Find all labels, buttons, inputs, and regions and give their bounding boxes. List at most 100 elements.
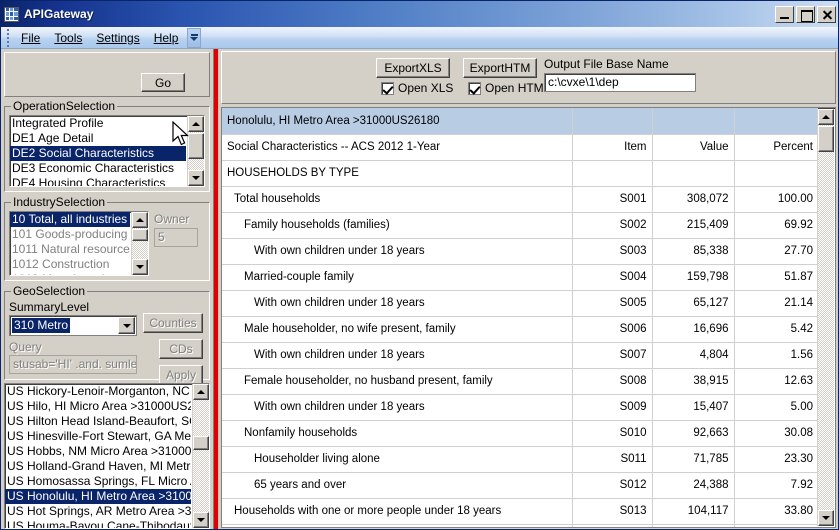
maximize-button[interactable] xyxy=(796,5,815,23)
scrollbar-thumb[interactable] xyxy=(188,133,204,159)
cell-percent: 30.08 xyxy=(734,420,818,447)
list-item-selected[interactable]: US Honolulu, HI Metro Area >31000US xyxy=(5,489,191,504)
left-panel: Go OperationSelection Integrated Profile… xyxy=(1,49,213,529)
cell-label: Nonfamily households xyxy=(222,420,573,447)
export-htm-button[interactable]: ExportHTM xyxy=(463,58,537,78)
scroll-up-arrow-icon[interactable] xyxy=(132,212,148,228)
list-item[interactable]: 1013 Manufacturing xyxy=(10,272,130,275)
table-row[interactable]: Married-couple family S004 159,798 51.87 xyxy=(222,264,818,291)
menu-item-tools[interactable]: Tools xyxy=(47,28,89,48)
industry-selection-listbox[interactable]: 10 Total, all industries 101 Goods-produ… xyxy=(9,211,149,276)
cell-value: 15,407 xyxy=(652,394,735,421)
apply-button[interactable]: Apply xyxy=(159,365,203,385)
list-item[interactable]: US Hobbs, NM Micro Area >31000US3 xyxy=(5,444,191,459)
table-row[interactable]: Households with one or more people 65 ye… xyxy=(222,524,818,527)
list-item[interactable]: US Hilo, HI Micro Area >31000US2590 xyxy=(5,399,191,414)
cell-value: 92,663 xyxy=(652,420,735,447)
cell-item: S013 xyxy=(572,498,653,525)
scrollbar-thumb[interactable] xyxy=(132,229,148,241)
table-row[interactable]: Male householder, no wife present, famil… xyxy=(222,316,818,343)
scroll-up-arrow-icon[interactable] xyxy=(818,109,834,125)
cell-percent: 51.87 xyxy=(734,264,818,291)
scroll-down-arrow-icon[interactable] xyxy=(188,170,204,186)
cell-value: 4,804 xyxy=(652,342,735,369)
table-row[interactable]: With own children under 18 years S003 85… xyxy=(222,238,818,265)
list-item[interactable]: US Hinesville-Fort Stewart, GA Metro A xyxy=(5,429,191,444)
cell-percent: 100.00 xyxy=(734,186,818,213)
table-row[interactable]: Nonfamily households S010 92,663 30.08 xyxy=(222,420,818,447)
menu-grip-handle[interactable] xyxy=(4,28,12,47)
table-row[interactable]: With own children under 18 years S009 15… xyxy=(222,394,818,421)
menu-item-help[interactable]: Help xyxy=(147,28,186,48)
column-header-percent: Percent xyxy=(734,134,818,161)
list-item-selected[interactable]: 10 Total, all industries xyxy=(10,212,130,227)
table-row[interactable]: Female householder, no husband present, … xyxy=(222,368,818,395)
counties-button[interactable]: Counties xyxy=(143,313,203,333)
cell-value: 16,696 xyxy=(652,316,735,343)
cell-item: S007 xyxy=(572,342,653,369)
cell-label: Households with one or more people 65 ye… xyxy=(222,524,573,527)
export-xls-button[interactable]: ExportXLS xyxy=(376,58,450,78)
output-file-input[interactable]: c:\cvxe\1\dep xyxy=(544,73,696,92)
list-item[interactable]: 101 Goods-producing xyxy=(10,227,130,242)
list-item[interactable]: Integrated Profile xyxy=(10,116,186,131)
table-row-column-headers[interactable]: Social Characteristics -- ACS 2012 1-Yea… xyxy=(222,134,818,161)
operation-list-scrollbar[interactable] xyxy=(187,116,204,186)
table-row[interactable]: With own children under 18 years S005 65… xyxy=(222,290,818,317)
menu-item-settings[interactable]: Settings xyxy=(89,28,146,48)
scroll-down-arrow-icon[interactable] xyxy=(818,510,834,526)
list-item-selected[interactable]: DE2 Social Characteristics xyxy=(10,146,186,161)
table-row[interactable]: Family households (families) S002 215,40… xyxy=(222,212,818,239)
industry-list-scrollbar[interactable] xyxy=(131,212,148,275)
menu-overflow-chevron-icon[interactable] xyxy=(187,27,202,48)
open-xls-label: Open XLS xyxy=(398,81,454,95)
scroll-up-arrow-icon[interactable] xyxy=(188,116,204,132)
list-item[interactable]: US Hot Springs, AR Metro Area >3100 xyxy=(5,504,191,519)
open-xls-checkbox[interactable]: Open XLS xyxy=(381,81,453,95)
minimize-button[interactable] xyxy=(775,5,794,23)
cell-label: Family households (families) xyxy=(222,212,573,239)
cell-percent: 7.92 xyxy=(734,472,818,499)
table-row-section-title[interactable]: HOUSEHOLDS BY TYPE xyxy=(222,160,818,187)
table-row[interactable]: 65 years and over S012 24,388 7.92 xyxy=(222,472,818,499)
menu-item-file[interactable]: File xyxy=(14,28,47,48)
list-item[interactable]: DE4 Housing Characteristics xyxy=(10,176,186,186)
table-row[interactable]: Households with one or more people under… xyxy=(222,498,818,525)
list-item[interactable]: DE3 Economic Characteristics xyxy=(10,161,186,176)
scroll-down-arrow-icon[interactable] xyxy=(132,259,148,275)
scroll-up-arrow-icon[interactable] xyxy=(193,384,209,400)
scroll-down-arrow-icon[interactable] xyxy=(193,512,209,528)
chevron-down-icon[interactable] xyxy=(118,317,135,334)
table-row[interactable]: Householder living alone S011 71,785 23.… xyxy=(222,446,818,473)
owner-field[interactable]: 5 xyxy=(154,228,198,247)
table-row[interactable]: Total households S001 308,072 100.00 xyxy=(222,186,818,213)
cell-label: With own children under 18 years xyxy=(222,342,573,369)
list-item[interactable]: US Homosassa Springs, FL Micro Area xyxy=(5,474,191,489)
right-panel: ExportXLS Open XLS ExportHTM Open HTM Ou… xyxy=(219,49,838,529)
list-item[interactable]: 1012 Construction xyxy=(10,257,130,272)
operation-selection-listbox[interactable]: Integrated Profile DE1 Age Detail DE2 So… xyxy=(9,115,205,187)
list-item[interactable]: US Holland-Grand Haven, MI Metro Ar xyxy=(5,459,191,474)
table-row[interactable]: With own children under 18 years S007 4,… xyxy=(222,342,818,369)
summary-level-combobox[interactable]: 310 Metro xyxy=(9,315,137,336)
table-row-geo-header[interactable]: Honolulu, HI Metro Area >31000US26180 xyxy=(222,108,818,135)
go-button[interactable]: Go xyxy=(141,73,185,92)
scrollbar-thumb[interactable] xyxy=(193,436,209,450)
list-item[interactable]: US Houma-Bayou Cane-Thibodaux, LA xyxy=(5,519,191,528)
list-item[interactable]: US Hickory-Lenoir-Morganton, NC Met xyxy=(5,384,191,399)
list-item[interactable]: US Hilton Head Island-Beaufort, SC Mi xyxy=(5,414,191,429)
close-button[interactable] xyxy=(817,5,836,23)
cell-value: 215,409 xyxy=(652,212,735,239)
geo-list-scrollbar[interactable] xyxy=(192,384,209,528)
geo-results-listbox[interactable]: US Hickory-Lenoir-Morganton, NC Met US H… xyxy=(4,383,210,529)
data-grid-scrollbar[interactable] xyxy=(817,109,834,526)
list-item[interactable]: 1011 Natural resources and m xyxy=(10,242,130,257)
cds-button[interactable]: CDs xyxy=(159,339,203,359)
scrollbar-thumb[interactable] xyxy=(818,126,834,152)
list-item[interactable]: DE1 Age Detail xyxy=(10,131,186,146)
cell-item xyxy=(572,108,653,135)
cell-item: S012 xyxy=(572,472,653,499)
window-title: APIGateway xyxy=(24,7,94,21)
query-field[interactable]: stusab='HI' .and. sumlev='050' xyxy=(9,355,137,374)
open-htm-checkbox[interactable]: Open HTM xyxy=(468,81,544,95)
